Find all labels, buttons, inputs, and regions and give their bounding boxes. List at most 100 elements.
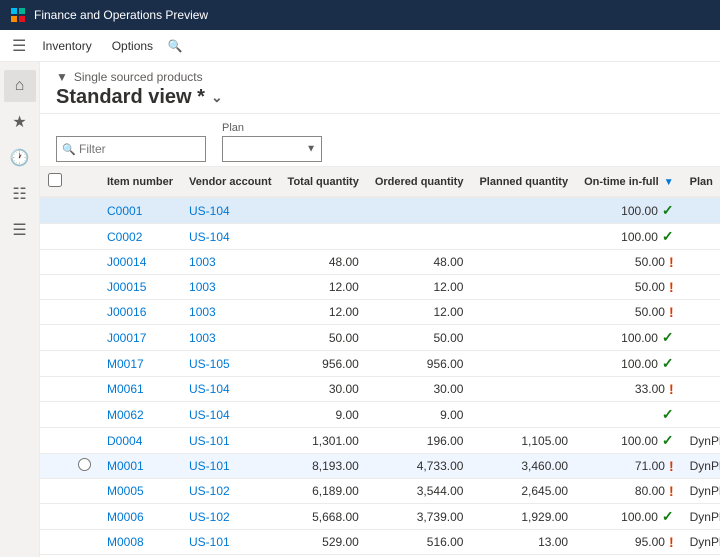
title-bar: Finance and Operations Preview <box>0 0 720 30</box>
row-vendor-account[interactable]: US-101 <box>181 428 280 454</box>
table-row[interactable]: M0061US-10430.0030.0033.00! <box>40 377 720 402</box>
status-icon: ! <box>669 279 674 295</box>
title-bar-text: Finance and Operations Preview <box>34 8 208 22</box>
row-ontime: 100.00✓ <box>576 198 682 223</box>
sidebar-modules-icon[interactable]: ☰ <box>4 214 36 246</box>
row-planned-quantity <box>471 402 576 428</box>
th-vendor-account: Vendor account <box>181 167 280 197</box>
row-radio-cell <box>70 428 99 454</box>
row-vendor-account[interactable]: US-104 <box>181 402 280 428</box>
row-checkbox-cell <box>40 224 70 250</box>
table-row[interactable]: M0005US-1026,189.003,544.002,645.0080.00… <box>40 479 720 504</box>
row-checkbox-cell <box>40 325 70 351</box>
row-ordered-quantity: 9.00 <box>367 402 472 428</box>
row-ordered-quantity: 956.00 <box>367 351 472 377</box>
app-icon <box>10 7 26 23</box>
row-planned-quantity <box>471 351 576 377</box>
row-vendor-account[interactable]: US-102 <box>181 504 280 530</box>
row-item-number[interactable]: C0001 <box>99 197 181 224</box>
row-radio-cell <box>70 530 99 555</box>
th-checkbox <box>40 167 70 197</box>
row-vendor-account[interactable]: 1003 <box>181 275 280 300</box>
row-checkbox-cell <box>40 197 70 224</box>
row-radio[interactable] <box>78 458 91 471</box>
plan-select[interactable]: DynPlan <box>222 136 322 162</box>
row-total-quantity <box>280 224 367 250</box>
row-vendor-account[interactable]: 1003 <box>181 250 280 275</box>
table-row[interactable]: C0002US-104100.00✓ <box>40 224 720 250</box>
table-container[interactable]: Item number Vendor account Total quantit… <box>40 167 720 557</box>
table-row[interactable]: J00017100350.0050.00100.00✓ <box>40 325 720 351</box>
table-row[interactable]: M0008US-101529.00516.0013.0095.00!DynPla… <box>40 530 720 555</box>
table-row[interactable]: J00015100312.0012.0050.00! <box>40 275 720 300</box>
row-item-number[interactable]: J00014 <box>99 250 181 275</box>
sidebar-home-icon[interactable]: ⌂ <box>4 70 36 102</box>
table-row[interactable]: M0006US-1025,668.003,739.001,929.00100.0… <box>40 504 720 530</box>
ontime-filter-icon[interactable]: ▼ <box>664 177 674 188</box>
ontime-value: 100.00 <box>621 331 658 345</box>
status-icon: ✓ <box>662 508 674 525</box>
filter-group: 🔍 <box>56 136 206 162</box>
row-vendor-account[interactable]: US-101 <box>181 530 280 555</box>
table-row[interactable]: M0017US-105956.00956.00100.00✓ <box>40 351 720 377</box>
row-item-number[interactable]: M0001 <box>99 454 181 479</box>
row-vendor-account[interactable]: US-104 <box>181 197 280 224</box>
row-ontime: 50.00! <box>576 250 682 274</box>
row-item-number[interactable]: M0061 <box>99 377 181 402</box>
status-icon: ✓ <box>662 406 674 423</box>
row-vendor-account[interactable]: US-105 <box>181 351 280 377</box>
table-row[interactable]: C0001US-104 100.00✓ <box>40 197 720 224</box>
search-icon[interactable]: 🔍 <box>165 36 185 56</box>
ontime-value: 50.00 <box>635 280 665 294</box>
row-planned-quantity: 1,105.00 <box>471 428 576 454</box>
row-plan <box>682 250 720 275</box>
row-vendor-account[interactable]: US-104 <box>181 377 280 402</box>
row-ontime: 100.00✓ <box>576 504 682 529</box>
row-vendor-account[interactable]: US-104 <box>181 224 280 250</box>
row-vendor-account[interactable]: US-101 <box>181 454 280 479</box>
th-total-quantity: Total quantity <box>280 167 367 197</box>
table-row[interactable]: M0062US-1049.009.00✓ <box>40 402 720 428</box>
hamburger-icon[interactable]: ☰ <box>8 32 30 60</box>
row-checkbox-cell <box>40 402 70 428</box>
row-vendor-account[interactable]: US-102 <box>181 479 280 504</box>
table-row[interactable]: D0004US-1011,301.00196.001,105.00100.00✓… <box>40 428 720 454</box>
menu-inventory[interactable]: Inventory <box>34 35 99 57</box>
row-total-quantity: 48.00 <box>280 250 367 275</box>
row-item-number[interactable]: M0005 <box>99 479 181 504</box>
sidebar-recent-icon[interactable]: 🕐 <box>4 142 36 174</box>
breadcrumb-row: ▼ Single sourced products <box>56 70 704 84</box>
sidebar: ⌂ ★ 🕐 ☷ ☰ <box>0 62 40 557</box>
row-item-number[interactable]: M0017 <box>99 351 181 377</box>
row-item-number[interactable]: M0006 <box>99 504 181 530</box>
table-row[interactable]: J00016100312.0012.0050.00! <box>40 300 720 325</box>
row-radio-cell <box>70 377 99 402</box>
sidebar-favorites-icon[interactable]: ★ <box>4 106 36 138</box>
row-checkbox-cell <box>40 428 70 454</box>
row-item-number[interactable]: D0004 <box>99 428 181 454</box>
filter-input[interactable] <box>56 136 206 162</box>
row-plan <box>682 197 720 224</box>
status-icon: ! <box>669 534 674 550</box>
menu-options[interactable]: Options <box>104 35 161 57</box>
row-vendor-account[interactable]: 1003 <box>181 325 280 351</box>
row-total-quantity: 529.00 <box>280 530 367 555</box>
row-item-number[interactable]: J00016 <box>99 300 181 325</box>
row-total-quantity: 12.00 <box>280 300 367 325</box>
table-row[interactable]: M0001US-1018,193.004,733.003,460.0071.00… <box>40 454 720 479</box>
search-filter-icon: 🔍 <box>62 143 76 156</box>
view-dropdown-icon[interactable]: ⌄ <box>211 89 223 106</box>
row-vendor-account[interactable]: 1003 <box>181 300 280 325</box>
filter-breadcrumb-icon: ▼ <box>56 70 68 84</box>
select-all-checkbox[interactable] <box>48 173 62 187</box>
table-row[interactable]: J00014100348.0048.0050.00! <box>40 250 720 275</box>
row-radio-cell <box>70 454 99 479</box>
row-checkbox-cell <box>40 300 70 325</box>
sidebar-workspaces-icon[interactable]: ☷ <box>4 178 36 210</box>
row-item-number[interactable]: J00017 <box>99 325 181 351</box>
row-item-number[interactable]: M0008 <box>99 530 181 555</box>
row-item-number[interactable]: J00015 <box>99 275 181 300</box>
row-item-number[interactable]: C0002 <box>99 224 181 250</box>
row-plan <box>682 402 720 428</box>
row-item-number[interactable]: M0062 <box>99 402 181 428</box>
